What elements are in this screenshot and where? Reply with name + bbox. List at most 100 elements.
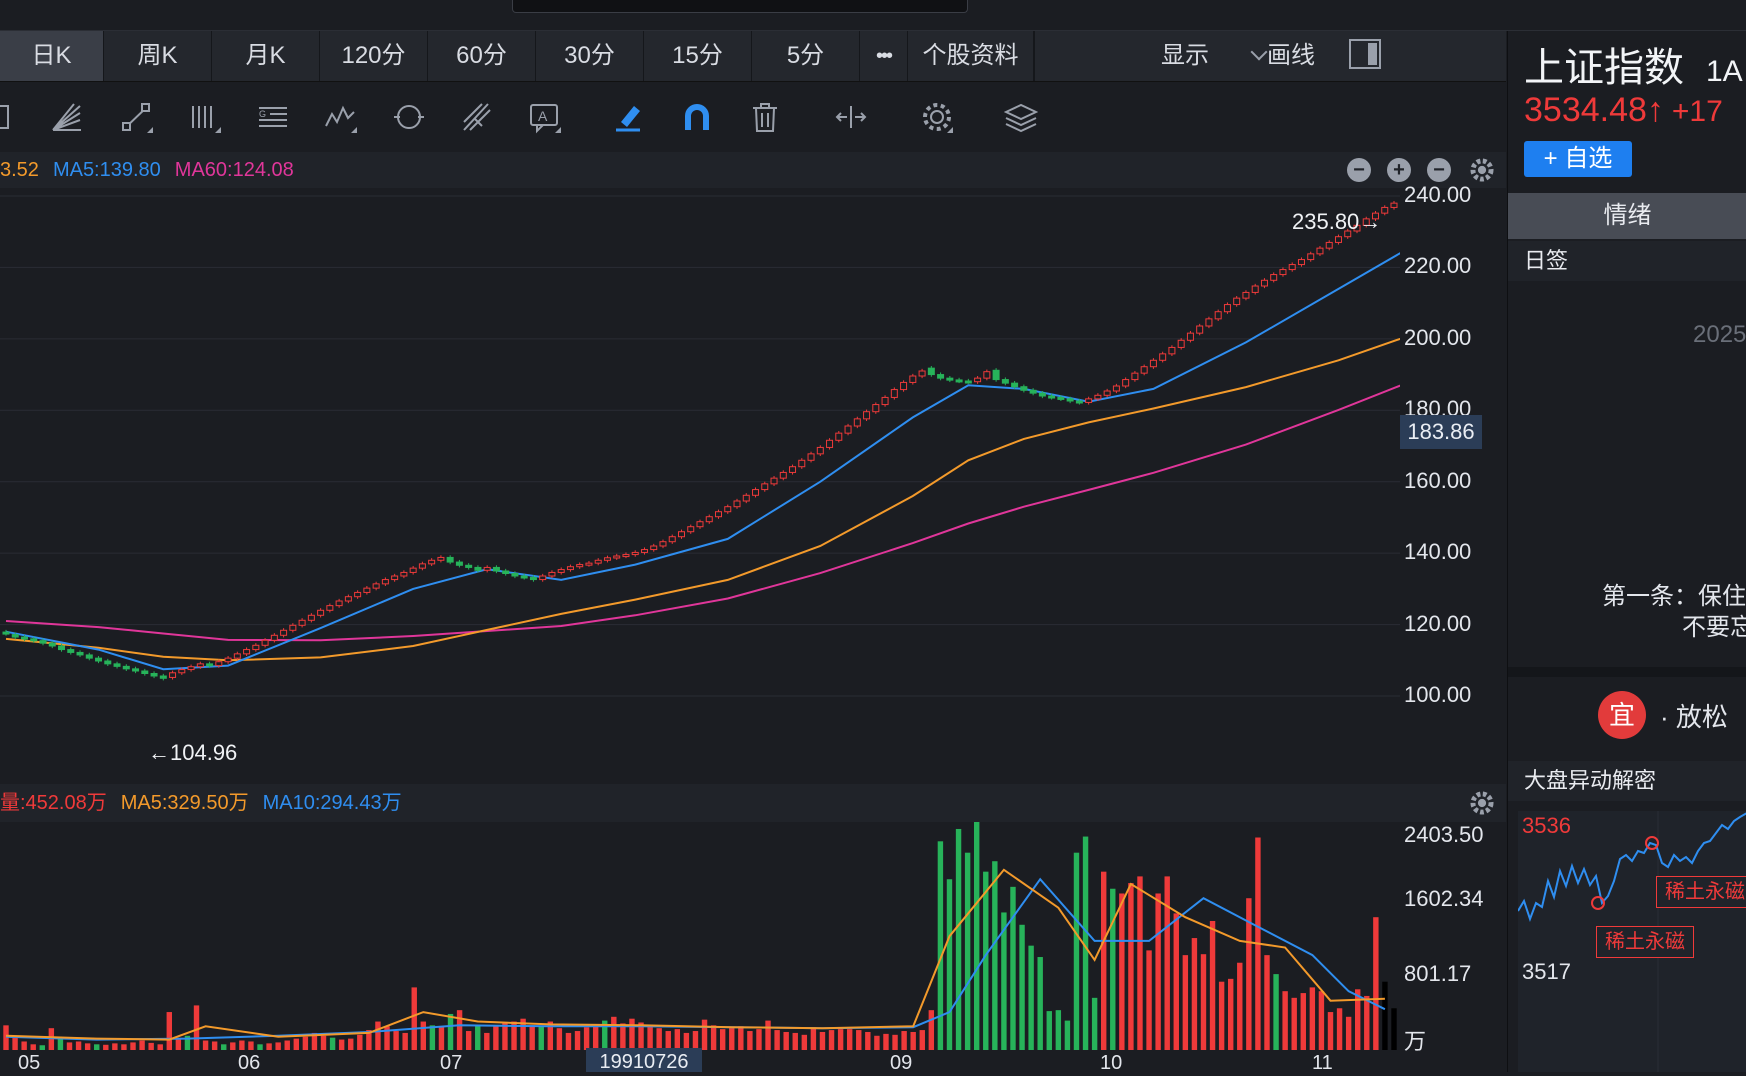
svg-text:A: A <box>538 108 548 124</box>
trash-icon[interactable] <box>748 100 782 134</box>
chevron-down-icon[interactable] <box>1250 43 1268 61</box>
volume-bar <box>656 1028 662 1050</box>
volume-bar <box>239 1040 245 1050</box>
candle <box>900 381 908 391</box>
candle <box>529 576 537 581</box>
mini-tag-rare-earth-1[interactable]: 稀土永磁 <box>1596 926 1694 958</box>
candle <box>252 644 260 651</box>
side-panel-toggle-icon[interactable] <box>1349 39 1381 69</box>
volume-bar <box>937 841 944 1050</box>
candle <box>733 500 741 508</box>
volume-bar <box>765 1020 771 1050</box>
fit-width-icon[interactable] <box>834 100 868 134</box>
candle <box>67 649 75 653</box>
volume-bar <box>429 1025 436 1050</box>
legend-volume: 量:452.08万 <box>0 792 107 814</box>
more-tabs-button[interactable]: ••• <box>860 31 908 81</box>
display-dropdown[interactable]: 显示 <box>1161 31 1209 81</box>
volume-bar <box>1046 1011 1052 1050</box>
tab-sentiment[interactable]: 情绪 <box>1508 193 1746 239</box>
tab-5min[interactable]: 5分 <box>752 31 860 81</box>
cycle-icon[interactable] <box>392 100 426 134</box>
volume-bar <box>1200 954 1207 1050</box>
candle <box>918 370 926 377</box>
fibonacci-icon[interactable]: G <box>256 100 290 134</box>
candle <box>492 566 500 572</box>
tab-month-k[interactable]: 月K <box>212 31 320 81</box>
volume-bar <box>1146 950 1152 1050</box>
candle <box>853 418 861 427</box>
tab-stock-info[interactable]: 个股资料 <box>908 31 1034 81</box>
candle <box>335 600 343 607</box>
candle <box>909 375 917 383</box>
candlestick-chart[interactable] <box>0 188 1400 784</box>
tab-120min[interactable]: 120分 <box>320 31 428 81</box>
segment-icon[interactable] <box>120 100 154 134</box>
candle <box>640 549 648 553</box>
candle <box>594 559 602 564</box>
volume-bar <box>583 1027 590 1050</box>
ma-line-ma60 <box>5 384 1400 642</box>
tab-60min[interactable]: 60分 <box>428 31 536 81</box>
volume-bar <box>919 1030 925 1050</box>
volume-bar <box>946 879 953 1050</box>
layers-icon[interactable] <box>1003 100 1039 134</box>
volume-bar <box>1373 917 1379 1050</box>
zoom-out-icon[interactable]: − <box>1427 158 1451 182</box>
settings-icon[interactable] <box>920 100 954 134</box>
tab-15min[interactable]: 15分 <box>644 31 752 81</box>
volume-bar <box>810 1027 817 1050</box>
volume-bar <box>1010 886 1016 1050</box>
volume-bar <box>484 1032 490 1050</box>
candle <box>826 439 834 448</box>
candle <box>770 477 778 485</box>
candle <box>391 575 399 581</box>
draw-line-button[interactable]: 画线 <box>1267 31 1315 81</box>
candle <box>715 511 723 518</box>
tab-week-k[interactable]: 周K <box>104 31 212 81</box>
candle <box>1223 304 1231 313</box>
volume-bar <box>1091 997 1098 1050</box>
volume-bar <box>329 1037 336 1050</box>
add-watchlist-button[interactable]: + 自选 <box>1524 141 1632 177</box>
candle <box>1011 382 1019 388</box>
volume-bar <box>955 828 962 1050</box>
ma-line-ma10 <box>5 337 1400 662</box>
volume-bar <box>175 1038 182 1050</box>
volume-bar <box>438 1026 445 1050</box>
volume-bar <box>1128 883 1134 1050</box>
volume-chart[interactable] <box>0 822 1400 1050</box>
mini-tag-rare-earth-2[interactable]: 稀土永磁 <box>1656 876 1746 908</box>
volume-settings-icon[interactable] <box>1468 789 1496 817</box>
zoom-in-icon[interactable]: + <box>1387 158 1411 182</box>
candle <box>566 566 574 571</box>
volume-bar <box>1019 924 1025 1050</box>
parallel-lines-icon[interactable] <box>188 100 222 134</box>
select-icon[interactable] <box>0 100 16 134</box>
search-box[interactable] <box>512 0 968 13</box>
tab-day-k[interactable]: 日K <box>0 31 104 81</box>
candle <box>428 559 436 565</box>
chart-settings-icon[interactable] <box>1468 156 1496 184</box>
volume-bar <box>647 1026 653 1050</box>
pitchfork-icon[interactable] <box>460 100 494 134</box>
candle <box>317 609 325 616</box>
volume-legend: 量:452.08万 MA5:329.50万 MA10:294.43万 <box>0 784 1506 822</box>
candle <box>742 494 750 502</box>
candle <box>705 516 713 523</box>
candle <box>169 672 177 678</box>
candle <box>400 571 408 577</box>
candle <box>21 636 29 640</box>
collapse-icon[interactable]: − <box>1347 158 1371 182</box>
magnet-icon[interactable] <box>680 100 714 134</box>
fan-lines-icon[interactable] <box>50 100 84 134</box>
text-annotation-icon[interactable]: A <box>528 100 562 134</box>
highlighter-icon[interactable] <box>612 100 646 134</box>
market-anomaly-header[interactable]: 大盘异动解密 <box>1508 761 1746 801</box>
volume-bar <box>121 1044 127 1050</box>
volume-bar <box>1382 981 1388 1050</box>
wave-icon[interactable] <box>324 100 358 134</box>
tab-30min[interactable]: 30分 <box>536 31 644 81</box>
volume-bar <box>66 1042 73 1050</box>
candle <box>95 657 103 662</box>
